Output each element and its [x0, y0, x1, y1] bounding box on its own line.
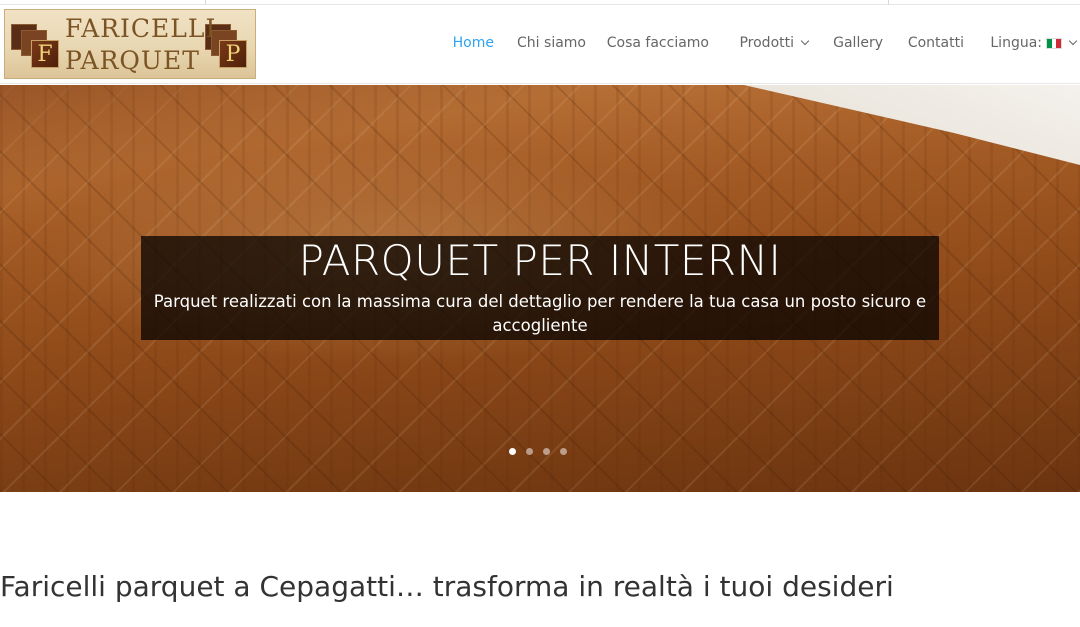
nav-cosa-facciamo-label: Cosa facciamo [606, 35, 709, 51]
slider-dot-1[interactable] [509, 448, 516, 455]
slider-dot-3[interactable] [543, 448, 550, 455]
nav-home[interactable]: Home [453, 35, 494, 51]
nav-home-label: Home [452, 35, 494, 51]
slide-title: PARQUET PER INTERNI [298, 236, 782, 285]
nav-contatti-label: Contatti [907, 35, 964, 51]
chevron-down-icon [800, 36, 810, 46]
hero-slider[interactable]: PARQUET PER INTERNI Parquet realizzati c… [0, 85, 1080, 492]
slide-caption: PARQUET PER INTERNI Parquet realizzati c… [141, 236, 939, 340]
chevron-down-icon [1068, 36, 1078, 46]
logo-letter-left: F [31, 40, 59, 68]
slider-dot-4[interactable] [560, 448, 567, 455]
nav-prodotti-label: Prodotti [739, 35, 794, 51]
nav-gallery-label: Gallery [833, 35, 883, 51]
slide-description: Parquet realizzati con la massima cura d… [153, 292, 927, 335]
logo-text-line1: FARICELLI [65, 14, 217, 43]
nav-cosa-facciamo[interactable]: Cosa facciamo [607, 35, 709, 51]
site-header: F P FARICELLI PARQUET Home Chi siamo Cos… [0, 5, 1080, 84]
italy-flag-icon [1046, 37, 1062, 49]
site-logo[interactable]: F P FARICELLI PARQUET [4, 9, 256, 79]
logo-letter-right: P [219, 40, 247, 68]
slider-pagination [509, 448, 567, 456]
nav-lingua[interactable]: Lingua: [990, 35, 1078, 51]
logo-text-line2: PARQUET [65, 46, 200, 75]
page-headline: Faricelli parquet a Cepagatti… trasforma… [0, 570, 894, 603]
nav-prodotti[interactable]: Prodotti [739, 35, 810, 51]
nav-chi-siamo-label: Chi siamo [517, 35, 586, 51]
nav-contatti[interactable]: Contatti [908, 35, 964, 51]
nav-lingua-label: Lingua: [990, 35, 1042, 51]
nav-gallery[interactable]: Gallery [833, 35, 883, 51]
slider-dot-2[interactable] [526, 448, 533, 455]
nav-chi-siamo[interactable]: Chi siamo [517, 35, 586, 51]
